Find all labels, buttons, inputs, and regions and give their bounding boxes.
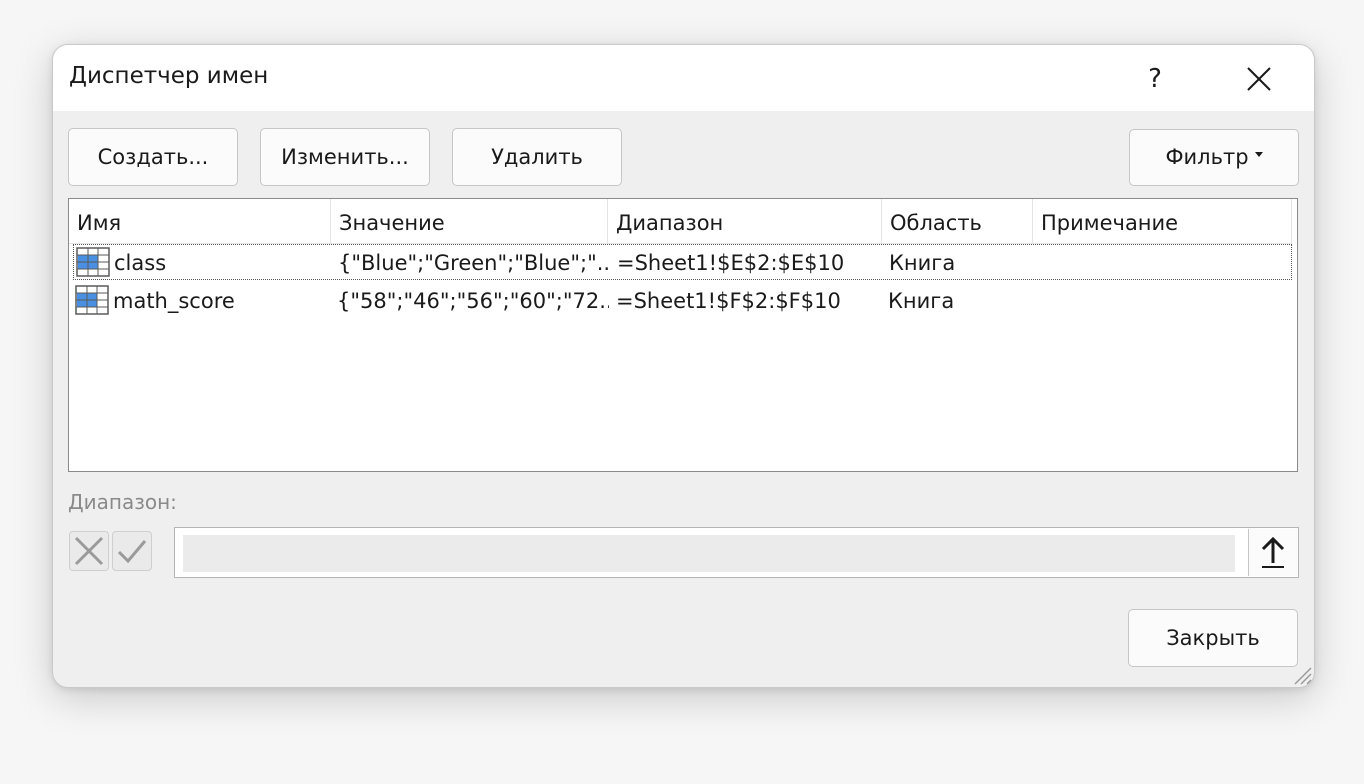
row-scope: Книга	[888, 289, 955, 313]
dialog-title: Диспетчер имен	[69, 63, 269, 89]
table-row[interactable]: math_score {"58";"46";"56";"60";"72... =…	[73, 283, 1292, 319]
column-header-range[interactable]: Диапазон	[608, 199, 882, 243]
create-button[interactable]: Создать...	[68, 128, 238, 186]
create-button-label: Создать...	[97, 145, 209, 169]
cancel-edit-button[interactable]	[69, 531, 109, 571]
edit-button-label: Изменить...	[281, 145, 409, 169]
resize-grip-icon[interactable]	[1290, 663, 1312, 685]
column-header-value[interactable]: Значение	[331, 199, 608, 243]
refers-to-field	[174, 527, 1299, 578]
table-row[interactable]: class {"Blue";"Green";"Blue";"... =Sheet…	[73, 244, 1292, 280]
title-bar: Диспетчер имен ?	[53, 45, 1314, 111]
arrow-up-icon	[1261, 536, 1285, 568]
row-value: {"Blue";"Green";"Blue";"...	[338, 251, 610, 275]
chevron-down-icon	[1254, 151, 1263, 157]
cross-icon	[74, 536, 104, 566]
help-icon[interactable]: ?	[1135, 59, 1175, 99]
filter-button-label: Фильтр	[1165, 145, 1249, 169]
refers-to-label: Диапазон:	[68, 490, 177, 514]
table-range-icon	[75, 285, 109, 315]
row-range: =Sheet1!$E$2:$E$10	[617, 251, 845, 275]
column-header-scope[interactable]: Область	[882, 199, 1033, 243]
collapse-dialog-button[interactable]	[1248, 529, 1298, 576]
row-scope: Книга	[889, 251, 956, 275]
close-button[interactable]: Закрыть	[1128, 609, 1298, 667]
close-button-label: Закрыть	[1166, 626, 1260, 650]
checkmark-icon	[117, 540, 147, 564]
row-name: math_score	[113, 289, 235, 313]
column-header-comment[interactable]: Примечание	[1033, 199, 1292, 243]
delete-button[interactable]: Удалить	[452, 128, 622, 186]
row-name: class	[114, 251, 167, 275]
names-list[interactable]: Имя Значение Диапазон Область Примечание…	[68, 198, 1298, 472]
close-icon[interactable]	[1239, 59, 1279, 99]
row-range: =Sheet1!$F$2:$F$10	[616, 289, 841, 313]
list-header: Имя Значение Диапазон Область Примечание	[69, 199, 1292, 244]
table-range-icon	[76, 247, 110, 277]
delete-button-label: Удалить	[491, 145, 583, 169]
row-comment	[1040, 245, 1290, 279]
column-header-name[interactable]: Имя	[69, 199, 331, 243]
confirm-edit-button[interactable]	[112, 531, 152, 571]
refers-to-input[interactable]	[183, 535, 1235, 572]
row-value: {"58";"46";"56";"60";"72...	[337, 289, 609, 313]
filter-button[interactable]: Фильтр	[1129, 129, 1299, 186]
edit-button[interactable]: Изменить...	[260, 128, 430, 186]
row-comment	[1039, 283, 1289, 317]
name-manager-dialog: Диспетчер имен ? Создать... Изменить... …	[52, 44, 1315, 688]
